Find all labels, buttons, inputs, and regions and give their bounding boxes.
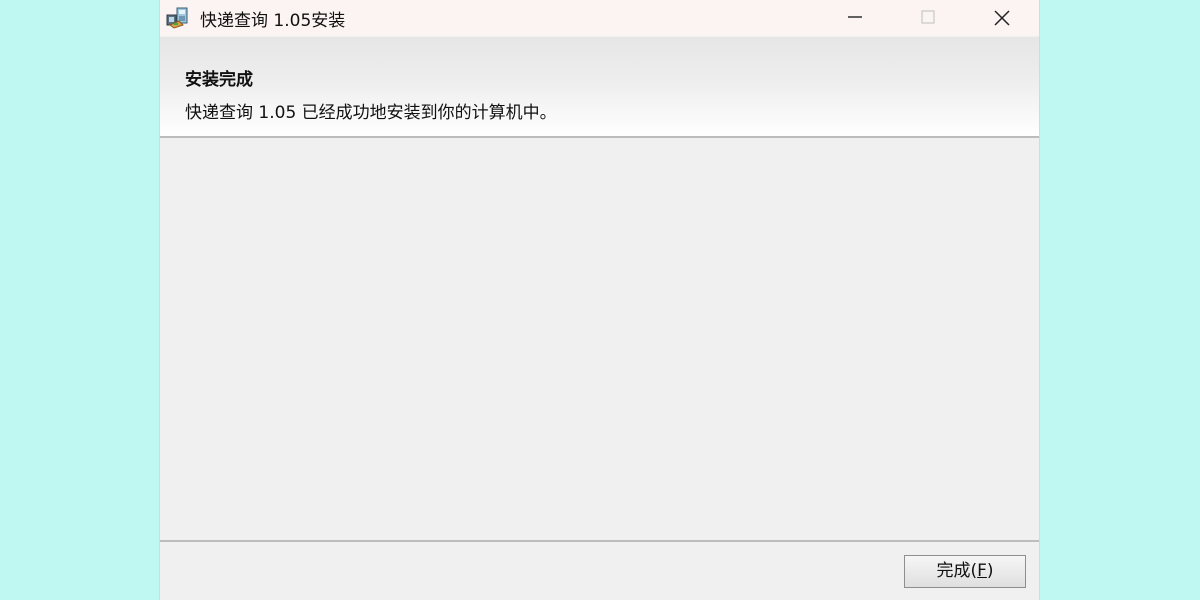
footer-separator [160,540,1039,542]
finish-button[interactable]: 完成(F) [904,555,1026,588]
finish-open-paren: ( [970,561,978,581]
title-bar: 快递查询 1.05安装 [160,0,1039,36]
finish-mnemonic: F [977,561,987,581]
minimize-button[interactable] [820,0,890,34]
maximize-button[interactable] [893,0,963,34]
close-button[interactable] [966,0,1036,34]
installer-content-area [160,138,1039,539]
completion-header: 安装完成 快递查询 1.05 已经成功地安装到你的计算机中。 [160,37,1039,138]
finish-close-paren: ) [986,561,994,581]
completion-message: 快递查询 1.05 已经成功地安装到你的计算机中。 [185,103,557,123]
finish-button-label: 完成 [936,561,971,581]
window-title: 快递查询 1.05安装 [200,11,346,31]
completion-title: 安装完成 [185,70,253,90]
installer-window: 快递查询 1.05安装 安装完成 快递查询 1.05 已经成功地安装到你的计算机… [160,0,1039,600]
installer-icon [165,5,191,29]
